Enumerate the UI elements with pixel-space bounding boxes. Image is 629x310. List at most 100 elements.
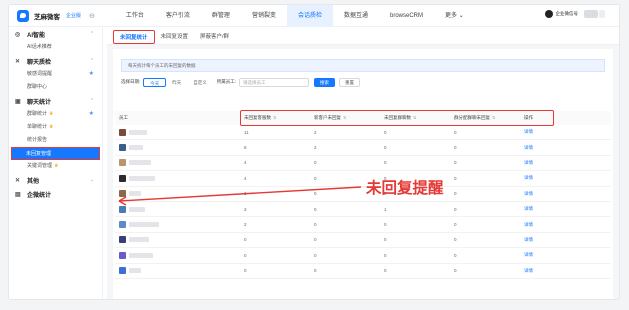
detail-link[interactable]: 详情 xyxy=(520,237,560,243)
value-cell: 0 xyxy=(244,252,247,258)
value-cell: 0 xyxy=(454,206,457,212)
sidebar-group-ai[interactable]: ◎ AI智能 ⌃ xyxy=(9,27,102,41)
nav-more-label: 更多 xyxy=(445,12,458,19)
employee-avatar xyxy=(119,251,126,259)
employee-cell xyxy=(115,190,240,198)
star-icon[interactable]: ★ xyxy=(89,108,94,121)
sidebar-item-label: 敏感词提醒 xyxy=(27,71,53,77)
sidebar-item-group-stats[interactable]: 群聊统计 ♛ ★ xyxy=(9,108,102,121)
employee-name-blurred xyxy=(129,206,145,212)
date-yesterday-button[interactable]: 昨天 xyxy=(166,78,187,87)
detail-link[interactable]: 详情 xyxy=(520,206,560,212)
table-row: 0 0 0 0 详情 xyxy=(115,248,611,264)
detail-link[interactable]: 详情 xyxy=(520,129,560,135)
chevron-down-icon: ⌄ xyxy=(89,177,94,183)
employee-cell xyxy=(115,236,240,244)
table-header: 员工 未回复客服数 ⇅ 新客户未回复 ⇅ 未回复群聊数 ⇅ 群分配群聊未回复 ⇅ 操作 xyxy=(115,110,611,126)
nav-session-qc[interactable]: 会话质检 xyxy=(286,5,333,27)
reset-button[interactable]: 重置 xyxy=(339,77,360,87)
sidebar-group-chat-stats[interactable]: ▣ 聊天统计 ⌃ xyxy=(9,94,102,108)
user-menu[interactable]: 企业微信号 xyxy=(544,10,605,18)
detail-link[interactable]: 详情 xyxy=(520,175,560,181)
user-avatar xyxy=(544,10,553,18)
value-cell: 0 xyxy=(454,160,457,166)
table-row: 0 0 0 0 详情 xyxy=(115,233,611,249)
tab-unreplied-stats[interactable]: 未回复统计 xyxy=(113,30,155,44)
detail-link[interactable]: 详情 xyxy=(520,252,560,258)
filter-bar: 选择日期: 今天 昨天 自定义 所属员工: 请选择员工 搜索 重置 xyxy=(121,76,605,88)
date-custom-button[interactable]: 自定义 xyxy=(187,78,213,87)
sidebar-item-single-stats[interactable]: 单聊统计 ♛ xyxy=(9,121,102,134)
nav-more[interactable]: 更多 ⌄ xyxy=(434,5,475,27)
other-icon: ✕ xyxy=(15,177,21,184)
search-button[interactable]: 搜索 xyxy=(314,77,335,87)
value-cell: 0 xyxy=(454,252,457,258)
member-select[interactable]: 请选择员工 xyxy=(239,77,309,87)
detail-link[interactable]: 详情 xyxy=(520,145,560,151)
employee-name-blurred xyxy=(129,237,149,243)
value-cell: 6 xyxy=(244,145,247,151)
employee-cell xyxy=(115,221,240,229)
nav-marketing[interactable]: 营销裂变 xyxy=(241,5,287,27)
value-cell: 0 xyxy=(314,268,317,274)
vip-badge-icon: ♛ xyxy=(54,163,59,169)
value-cell: 3 xyxy=(244,191,247,197)
value-cell: 0 xyxy=(314,222,317,228)
value-cell: 0 xyxy=(454,129,457,135)
value-cell: 11 xyxy=(244,129,249,135)
sidebar-item-group-center[interactable]: 群聊中心 xyxy=(9,81,102,94)
employee-cell xyxy=(115,251,240,259)
value-cell: 0 xyxy=(384,268,387,274)
nav-customer-acquisition[interactable]: 客户引流 xyxy=(155,5,201,27)
star-icon[interactable]: ★ xyxy=(89,68,94,81)
collapse-icon[interactable]: ⊖ xyxy=(89,12,95,20)
value-cell: 0 xyxy=(454,145,457,151)
value-cell: 2 xyxy=(244,222,247,228)
user-name: 企业微信号 xyxy=(555,11,579,16)
employee-name-blurred xyxy=(129,191,141,197)
table-row: 4 0 0 0 详情 xyxy=(115,156,611,172)
sidebar-item-label: 群聊统计 xyxy=(27,111,48,117)
top-nav: 工作台 客户引流 群管理 营销裂变 会话质检 数据互通 browseCRM 更多… xyxy=(115,5,475,27)
value-cell: 3 xyxy=(244,206,247,212)
nav-workbench[interactable]: 工作台 xyxy=(115,5,155,27)
nav-data-sync[interactable]: 数据互通 xyxy=(333,5,379,27)
table-row: 4 0 0 0 详情 xyxy=(115,171,611,187)
unreplied-table: 员工 未回复客服数 ⇅ 新客户未回复 ⇅ 未回复群聊数 ⇅ 群分配群聊未回复 ⇅ 操作 … xyxy=(115,110,611,279)
sidebar-group-chat-qc[interactable]: ✕ 聊天质检 ⌃ xyxy=(9,54,102,68)
nav-group-management[interactable]: 群管理 xyxy=(201,5,241,27)
sidebar-group-other[interactable]: ✕ 其他 ⌄ xyxy=(9,173,102,187)
value-cell: 0 xyxy=(384,252,387,258)
tab-blocked-customers[interactable]: 屏蔽客户/群 xyxy=(194,30,235,44)
detail-link[interactable]: 详情 xyxy=(520,191,560,197)
detail-link[interactable]: 详情 xyxy=(520,222,560,228)
date-today-button[interactable]: 今天 xyxy=(143,77,167,87)
sidebar-item-label: 关键词管理 xyxy=(27,163,53,169)
detail-link[interactable]: 详情 xyxy=(520,268,560,274)
info-notice: 每天统计每个员工的未回复的数据 xyxy=(121,59,605,72)
employee-name-blurred xyxy=(129,222,159,228)
sidebar-group-wecom-stats[interactable]: ▤ 企微统计 xyxy=(9,187,102,201)
value-cell: 0 xyxy=(314,252,317,258)
employee-avatar xyxy=(119,159,126,167)
employee-name-blurred xyxy=(129,129,147,135)
sidebar-item-ai-script[interactable]: AI话术推荐 xyxy=(9,41,102,54)
date-filter-label: 选择日期: xyxy=(121,79,141,84)
employee-name-blurred xyxy=(129,160,151,166)
detail-link[interactable]: 详情 xyxy=(520,160,560,166)
tab-unreplied-settings[interactable]: 未回复设置 xyxy=(155,30,195,44)
user-extra-blurred xyxy=(599,10,605,18)
highlight-box xyxy=(240,110,554,126)
table-row: 6 2 0 0 详情 xyxy=(115,140,611,156)
sidebar-item-unreplied-management[interactable]: 未回复管理 xyxy=(11,147,100,160)
brand-logo-icon xyxy=(17,9,29,22)
chevron-up-icon: ⌃ xyxy=(89,58,94,64)
nav-crm[interactable]: browseCRM xyxy=(379,5,434,27)
value-cell: 0 xyxy=(454,191,457,197)
sidebar-item-stats-report[interactable]: 统计报告 xyxy=(9,134,102,147)
sidebar-item-keyword-management[interactable]: 关键词管理 ♛ xyxy=(9,160,102,173)
member-filter-label: 所属员工: xyxy=(216,79,236,84)
sidebar-item-sensitive-words[interactable]: 敏感词提醒 ★ xyxy=(9,68,102,81)
value-cell: 4 xyxy=(244,160,247,166)
value-cell: 0 xyxy=(244,268,247,274)
